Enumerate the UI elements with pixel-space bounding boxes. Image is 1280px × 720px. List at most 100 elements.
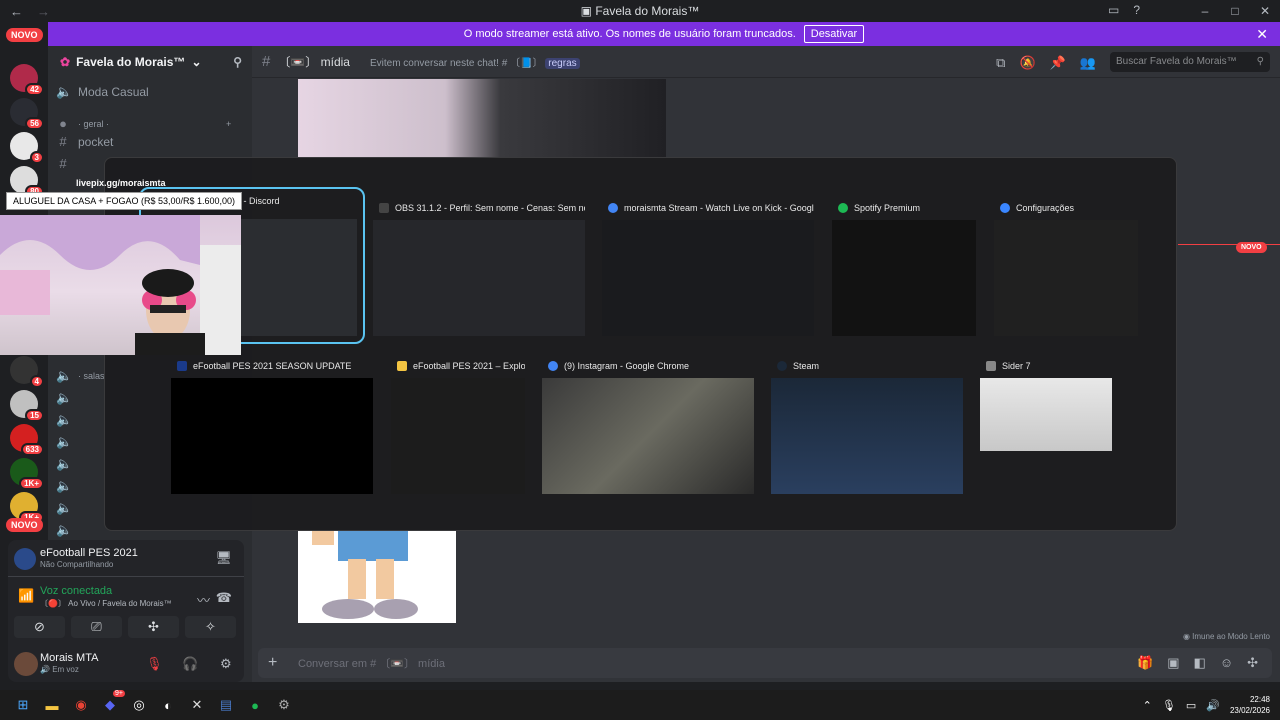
gear-icon[interactable]: ⚙: [220, 656, 232, 672]
screen-share-icon[interactable]: 🖥: [215, 550, 232, 566]
server-icon[interactable]: 56: [10, 98, 44, 130]
window-preview: [373, 220, 585, 336]
members-icon[interactable]: 👥: [1080, 55, 1096, 71]
chevron-up-icon[interactable]: ⌃: [1143, 699, 1152, 712]
gift-icon[interactable]: 🎁: [1137, 655, 1153, 671]
switcher-window[interactable]: eFootball PES 2021 – Explo...: [391, 354, 525, 494]
clock[interactable]: 22:48 23/02/2026: [1230, 694, 1270, 716]
plus-icon[interactable]: +: [226, 119, 231, 129]
switcher-window[interactable]: OBS 31.1.2 - Perfil: Sem nome - Cenas: S…: [373, 196, 585, 336]
server-icon[interactable]: 80: [10, 166, 44, 198]
switcher-window[interactable]: moraismta Stream - Watch Live on Kick - …: [602, 196, 814, 336]
discord-icon[interactable]: ◆ 9+: [99, 690, 125, 716]
voice-channel[interactable]: 🔈: [56, 390, 72, 406]
voice-channel[interactable]: 🔈: [56, 434, 72, 450]
switcher-window[interactable]: Spotify Premium: [832, 196, 976, 336]
game-icon: [14, 548, 36, 570]
volume-icon[interactable]: 🔊: [1206, 699, 1220, 712]
switcher-window[interactable]: Configurações: [994, 196, 1138, 336]
server-icon[interactable]: 42: [10, 64, 44, 96]
bell-icon[interactable]: 🔕: [1019, 55, 1035, 71]
channel-text[interactable]: #: [56, 156, 70, 171]
sticker-icon[interactable]: ◧: [1194, 655, 1206, 671]
cartoon-image[interactable]: [298, 531, 456, 623]
file-explorer-icon[interactable]: ▬: [41, 694, 63, 716]
gif-icon[interactable]: ▣: [1167, 655, 1179, 671]
apps-icon[interactable]: ✣: [1247, 655, 1258, 671]
sider-icon: [986, 361, 996, 371]
avatar[interactable]: [14, 652, 38, 676]
disable-streamer-button[interactable]: Desativar: [803, 25, 865, 43]
message-input[interactable]: + Conversar em # 〔📼〕 mídia 🎁 ▣ ◧ ☺ ✣: [258, 648, 1272, 678]
soundboard-button[interactable]: ✧: [185, 616, 236, 638]
voice-channel-name[interactable]: 〔🔴〕 Ao Vivo / Favela do Morais™: [40, 598, 172, 609]
steam-icon[interactable]: ◎: [128, 694, 150, 716]
window-controls: – □ ✕: [1190, 0, 1280, 22]
pin-icon[interactable]: 📌: [1050, 55, 1066, 71]
new-marker: NOVO: [1236, 242, 1267, 253]
share-screen-button[interactable]: ⎚: [71, 616, 122, 638]
headphones-icon[interactable]: 🎧: [182, 656, 198, 672]
windows-start-icon[interactable]: ⊞: [12, 694, 34, 716]
category-geral[interactable]: ● · geral · +: [56, 116, 231, 131]
server-icon[interactable]: 3: [10, 132, 44, 164]
disconnect-icon[interactable]: ☎: [216, 590, 232, 606]
switcher-window[interactable]: Steam: [771, 354, 963, 494]
voice-channel[interactable]: 🔈: [56, 412, 72, 428]
media-preview-top[interactable]: [298, 79, 666, 157]
noise-suppression-icon[interactable]: 〰: [197, 590, 210, 609]
search-input[interactable]: Buscar Favela do Morais™ ⚲: [1110, 52, 1270, 72]
help-icon[interactable]: ?: [1133, 3, 1140, 17]
minimize-button[interactable]: –: [1190, 0, 1220, 22]
server-header[interactable]: ✿ Favela do Morais™ ⌄ ⚲: [48, 46, 252, 78]
sider-icon[interactable]: ✕: [186, 694, 208, 716]
mic-muted-icon[interactable]: 🎙: [146, 656, 163, 672]
voice-channel[interactable]: 🔈: [56, 500, 72, 516]
server-icon[interactable]: 633: [10, 424, 44, 456]
emoji-icon[interactable]: ☺: [1220, 655, 1233, 671]
server-icon[interactable]: 4: [10, 356, 44, 388]
channel-pocket[interactable]: # pocket: [56, 134, 113, 149]
obs-icon[interactable]: ◐: [157, 694, 179, 716]
discord-badge: 9+: [113, 690, 125, 697]
close-icon[interactable]: ✕: [1256, 26, 1268, 43]
window-preview: [171, 378, 373, 494]
novo-badge-bottom: NOVO: [6, 518, 43, 532]
switcher-window[interactable]: (9) Instagram - Google Chrome: [542, 354, 754, 494]
settings-gear-icon[interactable]: ⚙: [273, 694, 295, 716]
user-state: 🔊 Em voz: [40, 665, 79, 674]
server-icon[interactable]: 15: [10, 390, 44, 422]
pes-icon[interactable]: ▤: [215, 694, 237, 716]
threads-icon[interactable]: ⧉: [996, 55, 1005, 71]
server-icon[interactable]: 1K+: [10, 492, 44, 524]
topic-mention[interactable]: regras: [545, 58, 580, 69]
speaker-icon: 🔈: [56, 368, 73, 383]
inbox-icon[interactable]: ▭: [1108, 3, 1119, 17]
title-tools: ▭ ?: [1108, 3, 1140, 17]
server-name: Favela do Morais™: [76, 55, 186, 69]
close-button[interactable]: ✕: [1250, 0, 1280, 22]
microphone-icon[interactable]: 🎙: [1162, 699, 1176, 712]
voice-channel[interactable]: 🔈: [56, 522, 72, 538]
add-member-icon[interactable]: ⚲: [233, 55, 242, 69]
monitor-icon[interactable]: ▭: [1186, 699, 1196, 712]
taskbar: ⊞ ▬ ◉ ◆ 9+ ◎ ◐ ✕ ▤ ● ⚙ ⌃ 🎙 ▭ 🔊 22:48 23/0…: [0, 690, 1280, 720]
switcher-window[interactable]: eFootball PES 2021 SEASON UPDATE: [171, 354, 373, 494]
donation-url: livepix.gg/moraismta: [76, 178, 166, 188]
chrome-icon[interactable]: ◉: [70, 694, 92, 716]
user-panel: eFootball PES 2021 Não Compartilhando 🖥 …: [8, 540, 244, 682]
channel-moda[interactable]: 🔈 Moda Casual: [56, 84, 149, 100]
user-name[interactable]: Morais MTA: [40, 652, 98, 664]
activities-button[interactable]: ✣: [128, 616, 179, 638]
spotify-icon[interactable]: ●: [244, 694, 266, 716]
voice-channel[interactable]: 🔈: [56, 456, 72, 472]
signal-icon: 📶: [18, 588, 35, 603]
voice-channel[interactable]: 🔈: [56, 478, 72, 494]
server-icon[interactable]: 1K+: [10, 458, 44, 490]
voice-status[interactable]: Voz conectada: [40, 585, 112, 597]
plus-icon[interactable]: +: [268, 654, 277, 672]
camera-off-button[interactable]: ⊘: [14, 616, 65, 638]
switcher-window[interactable]: Sider 7: [980, 354, 1112, 451]
category-salas[interactable]: 🔈 · salas: [56, 368, 105, 384]
maximize-button[interactable]: □: [1220, 0, 1250, 22]
